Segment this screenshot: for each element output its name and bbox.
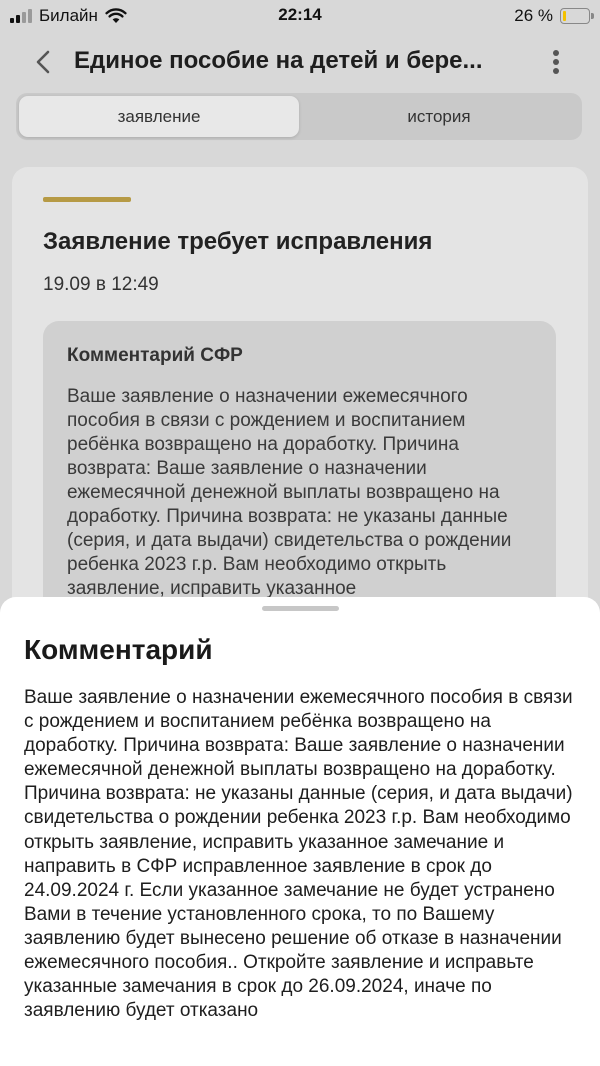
battery-icon bbox=[560, 8, 594, 24]
application-status-card: Заявление требует исправления 19.09 в 12… bbox=[12, 167, 588, 667]
comment-bottom-sheet: Комментарий Ваше заявление о назначении … bbox=[0, 597, 600, 1066]
sheet-comment-text: Ваше заявление о назначении ежемесячного… bbox=[24, 687, 573, 1022]
navigation-bar: Единое пособие на детей и бере... bbox=[0, 36, 600, 88]
more-vertical-icon[interactable] bbox=[546, 46, 566, 78]
sheet-drag-handle[interactable] bbox=[262, 606, 339, 611]
segmented-control: заявление история bbox=[16, 93, 582, 140]
status-date: 19.09 в 12:49 bbox=[43, 274, 159, 295]
status-bar: Билайн 22:14 26 % bbox=[0, 0, 600, 34]
comment-heading: Комментарий СФР bbox=[67, 345, 243, 366]
status-accent-bar bbox=[43, 197, 131, 202]
status-time: 22:14 bbox=[278, 5, 322, 24]
page-title: Единое пособие на детей и бере... bbox=[74, 47, 483, 74]
battery-level-fill bbox=[563, 11, 567, 21]
battery-tip bbox=[591, 13, 594, 19]
comment-preview-text: Ваше заявление о назначении ежемесячного… bbox=[67, 386, 512, 599]
status-right: 26 % bbox=[514, 6, 594, 26]
tab-history[interactable]: история bbox=[299, 96, 579, 137]
battery-percent: 26 % bbox=[514, 6, 553, 25]
tab-application[interactable]: заявление bbox=[19, 96, 299, 137]
status-title: Заявление требует исправления bbox=[43, 228, 433, 255]
chevron-left-icon[interactable] bbox=[30, 48, 58, 76]
sheet-title: Комментарий bbox=[24, 634, 213, 665]
